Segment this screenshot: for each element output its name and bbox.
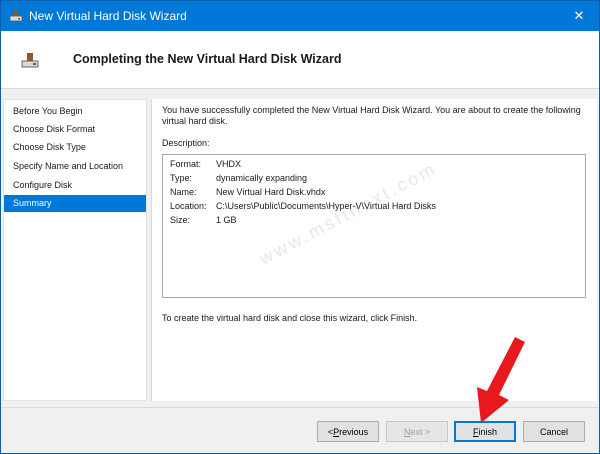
wizard-window: New Virtual Hard Disk Wizard ✕ Completin…: [0, 0, 600, 454]
description-key: Location:: [170, 201, 207, 211]
title-bar: New Virtual Hard Disk Wizard ✕: [1, 1, 599, 31]
footer-divider: [1, 407, 599, 408]
description-key: Name:: [170, 187, 197, 197]
window-title: New Virtual Hard Disk Wizard: [29, 9, 187, 23]
previous-button[interactable]: < Previous: [317, 421, 379, 442]
virtual-disk-icon: [9, 10, 23, 22]
finish-button[interactable]: Finish: [454, 421, 516, 442]
close-icon: ✕: [573, 8, 585, 23]
sidebar-item-choose-disk-format[interactable]: Choose Disk Format: [4, 121, 146, 138]
next-button[interactable]: Next >: [386, 421, 448, 442]
sidebar-item-choose-disk-type[interactable]: Choose Disk Type: [4, 139, 146, 156]
finish-rest: inish: [478, 426, 497, 437]
close-button[interactable]: ✕: [559, 1, 599, 31]
sidebar-item-summary[interactable]: Summary: [4, 195, 146, 212]
description-label: Description:: [162, 138, 210, 148]
sidebar-item-before-you-begin[interactable]: Before You Begin: [4, 103, 146, 120]
page-title: Completing the New Virtual Hard Disk Wiz…: [73, 52, 342, 66]
sidebar-item-configure-disk[interactable]: Configure Disk: [4, 177, 146, 194]
finish-instruction: To create the virtual hard disk and clos…: [162, 313, 418, 323]
wizard-header: Completing the New Virtual Hard Disk Wiz…: [1, 31, 599, 89]
summary-panel: You have successfully completed the New …: [151, 99, 597, 401]
description-key: Size:: [170, 215, 191, 225]
description-value: New Virtual Hard Disk.vhdx: [216, 187, 326, 197]
intro-text: You have successfully completed the New …: [162, 105, 581, 126]
description-key: Format:: [170, 159, 202, 169]
description-box[interactable]: Format: VHDX Type: dynamically expanding…: [162, 154, 586, 298]
cancel-button[interactable]: Cancel: [523, 421, 585, 442]
description-value: dynamically expanding: [216, 173, 308, 183]
virtual-disk-icon: [21, 53, 39, 68]
description-key: Type:: [170, 173, 193, 183]
next-rest: ext >: [410, 426, 431, 437]
previous-rest: revious: [339, 426, 369, 437]
description-value: VHDX: [216, 159, 242, 169]
description-value: C:\Users\Public\Documents\Hyper-V\Virtua…: [216, 201, 436, 211]
wizard-steps-sidebar: Before You Begin Choose Disk Format Choo…: [3, 99, 147, 401]
sidebar-item-specify-name-location[interactable]: Specify Name and Location: [4, 158, 146, 175]
description-value: 1 GB: [216, 215, 237, 225]
